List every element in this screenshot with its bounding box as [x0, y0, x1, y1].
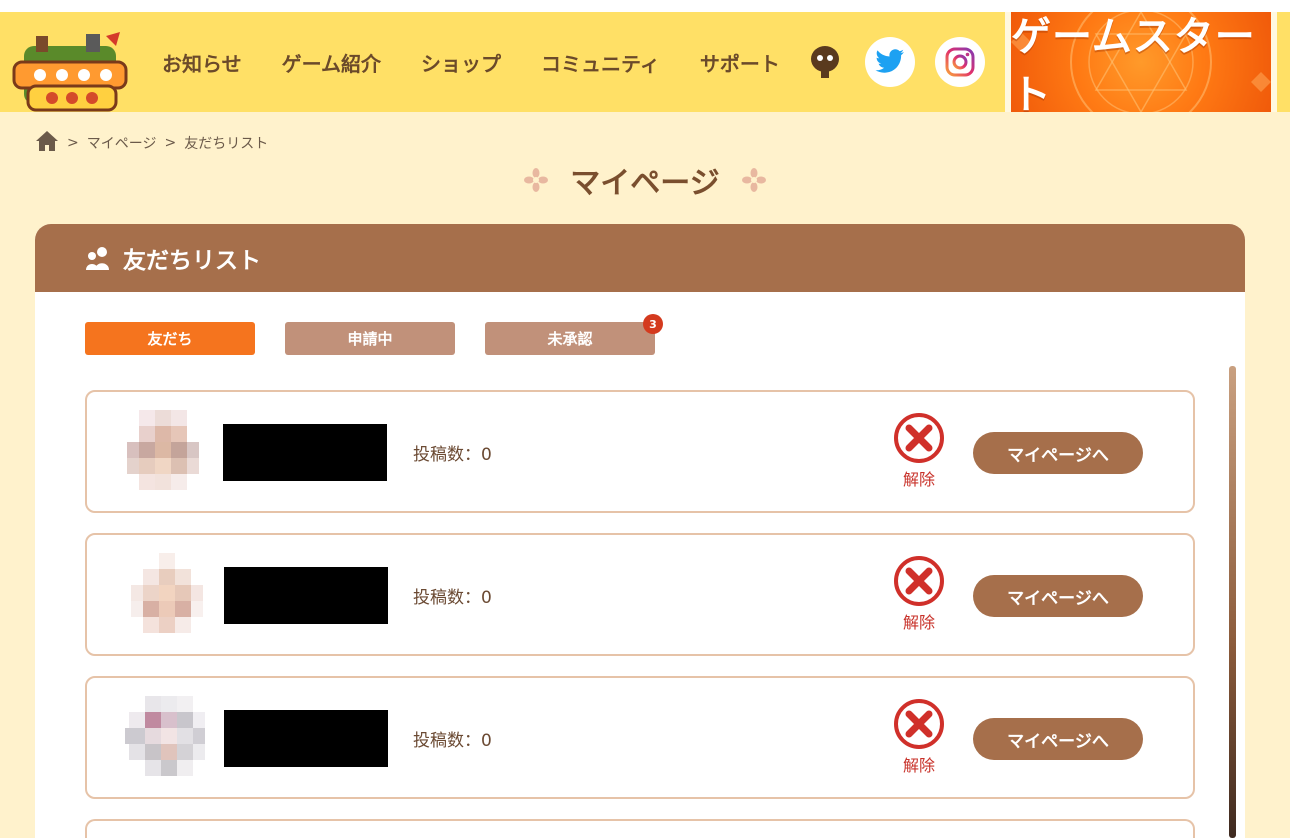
home-icon[interactable]	[35, 130, 59, 156]
tab-label: 友だち	[147, 330, 193, 348]
header-edge-accent	[1277, 12, 1290, 112]
close-icon	[894, 413, 944, 463]
remove-friend-button[interactable]: 解除	[892, 412, 946, 490]
remove-friend-button[interactable]: 解除	[892, 555, 946, 633]
friend-card: 投稿数：0 解除 マイページへ	[85, 390, 1195, 513]
nav-shop[interactable]: ショップ	[421, 48, 501, 77]
notification-badge: 3	[643, 314, 663, 334]
top-strip	[0, 0, 1290, 12]
mypage-button[interactable]: マイページへ	[973, 432, 1143, 474]
remove-label: 解除	[902, 613, 935, 632]
post-count: 投稿数：0	[413, 445, 492, 465]
redacted-username	[224, 567, 388, 624]
friend-card	[85, 819, 1195, 838]
redacted-username	[223, 424, 387, 481]
tab-label: 申請中	[347, 330, 393, 348]
nav-community[interactable]: コミュニティ	[541, 48, 660, 77]
post-count: 投稿数：0	[413, 731, 492, 751]
game-start-label: ゲームスタート	[1011, 14, 1256, 112]
nav-news[interactable]: お知らせ	[162, 48, 242, 77]
close-icon	[894, 556, 944, 606]
mypage-button[interactable]: マイページへ	[973, 575, 1143, 617]
character-icon[interactable]	[808, 44, 842, 80]
twitter-icon[interactable]	[865, 37, 915, 87]
tab-label: 未承認	[547, 330, 593, 348]
mypage-button-label: マイページへ	[1007, 731, 1109, 752]
friend-card: 投稿数：0 解除 マイページへ	[85, 533, 1195, 656]
instagram-icon[interactable]	[935, 37, 985, 87]
scrollbar[interactable]	[1229, 366, 1236, 838]
mypage-button-label: マイページへ	[1007, 588, 1109, 609]
avatar	[127, 410, 199, 490]
close-icon	[894, 699, 944, 749]
breadcrumb: > マイページ > 友だちリスト	[35, 130, 268, 156]
friend-card: 投稿数：0 解除 マイページへ	[85, 676, 1195, 799]
main-nav: お知らせ ゲーム紹介 ショップ コミュニティ サポート	[150, 12, 820, 112]
page-title-row: マイページ	[0, 158, 1290, 202]
tab-friends[interactable]: 友だち	[85, 322, 255, 355]
avatar	[125, 696, 205, 776]
panel-title: 友だちリスト	[123, 248, 261, 274]
avatar	[131, 553, 203, 633]
friend-tabs: 友だち 申請中 未承認 3	[85, 314, 663, 355]
tab-pending-sent[interactable]: 申請中	[285, 322, 455, 355]
remove-friend-button[interactable]: 解除	[892, 698, 946, 776]
nav-support[interactable]: サポート	[700, 48, 780, 77]
remove-label: 解除	[902, 470, 935, 489]
nav-game-intro[interactable]: ゲーム紹介	[282, 48, 381, 77]
redacted-username	[224, 710, 388, 767]
panel-header: 友だちリスト	[35, 224, 1245, 292]
tab-unapproved[interactable]: 未承認 3	[485, 314, 663, 355]
mypage-button-label: マイページへ	[1007, 445, 1109, 466]
breadcrumb-mypage[interactable]: マイページ	[87, 133, 157, 153]
post-count: 投稿数：0	[413, 588, 492, 608]
page-title: マイページ	[570, 166, 720, 201]
site-logo[interactable]	[10, 32, 130, 114]
breadcrumb-current: 友だちリスト	[184, 136, 269, 152]
users-icon	[86, 247, 109, 270]
breadcrumb-separator: >	[164, 135, 177, 151]
mypage-button[interactable]: マイページへ	[973, 718, 1143, 760]
game-start-button[interactable]: ゲームスタート	[1011, 12, 1271, 112]
breadcrumb-separator: >	[67, 135, 79, 151]
flower-icon	[741, 168, 766, 192]
remove-label: 解除	[902, 756, 935, 775]
flower-icon	[524, 168, 549, 192]
logo-graphic	[12, 32, 128, 112]
